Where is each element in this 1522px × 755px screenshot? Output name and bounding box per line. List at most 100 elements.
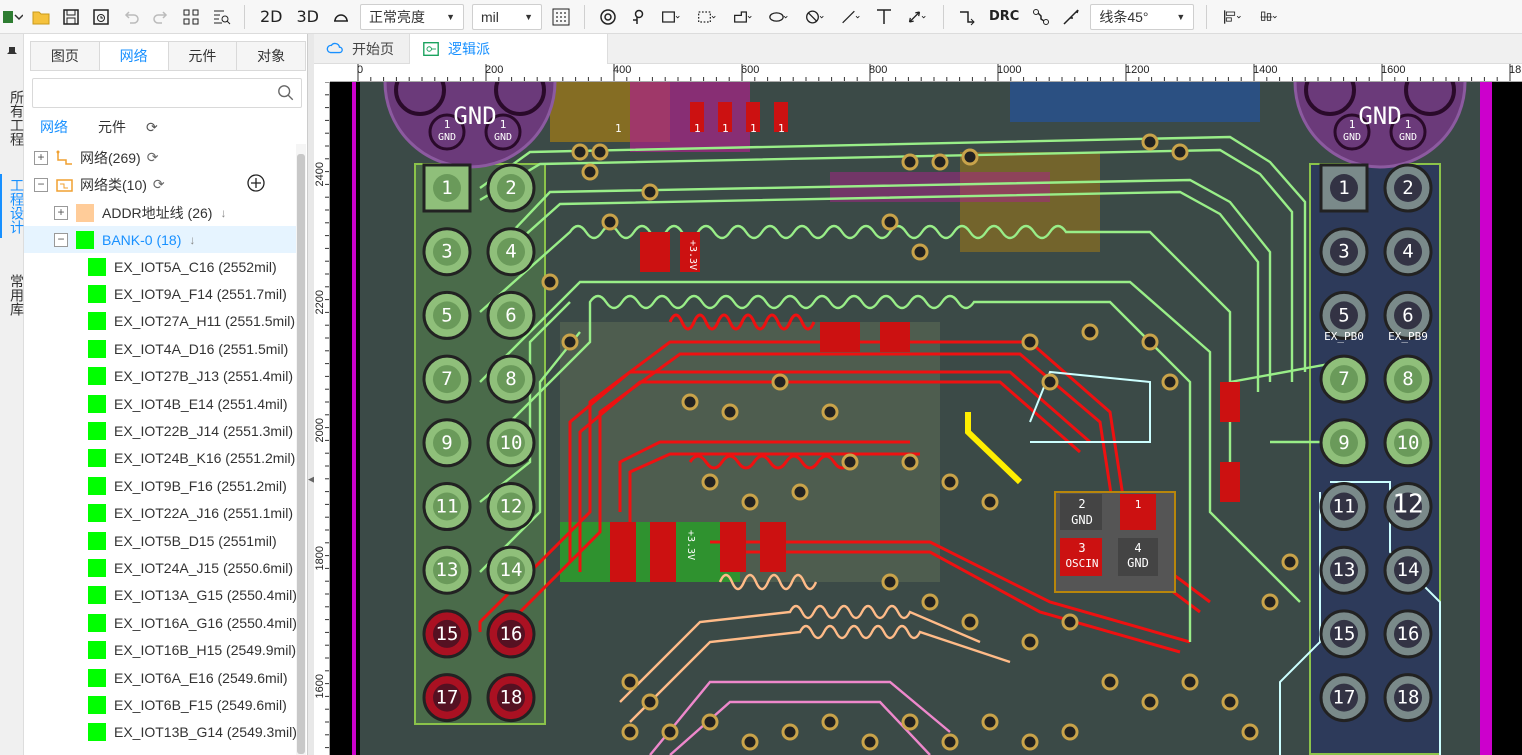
- color-swatch[interactable]: [88, 394, 106, 413]
- sort-icon[interactable]: ↓: [220, 206, 226, 220]
- via[interactable]: [681, 393, 699, 411]
- header-pin[interactable]: 8: [1383, 354, 1433, 404]
- color-swatch[interactable]: [88, 723, 106, 742]
- header-pin[interactable]: 7: [422, 354, 472, 404]
- header-pin[interactable]: 18: [486, 673, 536, 723]
- brightness-select[interactable]: 正常亮度 ▼: [360, 3, 464, 30]
- net-list-item[interactable]: EX_IOT27A_H11 (2551.5mil): [24, 308, 304, 335]
- via[interactable]: [861, 733, 879, 751]
- sort-icon[interactable]: ↓: [189, 233, 195, 247]
- net-list-item[interactable]: EX_IOT24A_J15 (2550.6mil): [24, 554, 304, 581]
- via[interactable]: [931, 153, 949, 171]
- via[interactable]: [721, 403, 739, 421]
- search-icon[interactable]: [277, 84, 295, 102]
- tab-objects[interactable]: 对象: [237, 42, 305, 70]
- header-pin[interactable]: 7: [1319, 354, 1369, 404]
- via[interactable]: [841, 453, 859, 471]
- differential-route-icon[interactable]: [1026, 2, 1056, 32]
- polygon-tool-icon[interactable]: [725, 2, 761, 32]
- via[interactable]: [1141, 333, 1159, 351]
- header-pin[interactable]: 12: [486, 482, 536, 531]
- rect-tool-icon[interactable]: [653, 2, 689, 32]
- header-pin[interactable]: 4: [486, 227, 536, 277]
- refresh-icon[interactable]: ⟳: [153, 176, 165, 193]
- via[interactable]: [661, 723, 679, 741]
- via[interactable]: [981, 493, 999, 511]
- via[interactable]: [701, 713, 719, 731]
- tab-logic-pcb[interactable]: 逻辑派: [410, 34, 608, 64]
- header-pin[interactable]: 10: [486, 418, 536, 468]
- via[interactable]: [771, 373, 789, 391]
- header-pin[interactable]: 5: [422, 290, 472, 340]
- subtab-components[interactable]: 元件: [98, 117, 126, 137]
- net-list-item[interactable]: EX_IOT22B_J14 (2551.3mil): [24, 417, 304, 444]
- header-pin[interactable]: 18: [1383, 673, 1433, 723]
- undo-icon[interactable]: [116, 2, 146, 32]
- route-mode-select[interactable]: 线条45° ▼: [1090, 3, 1195, 30]
- via[interactable]: [601, 213, 619, 231]
- color-swatch[interactable]: [88, 613, 106, 632]
- via[interactable]: [1061, 723, 1079, 741]
- color-swatch[interactable]: [88, 531, 106, 550]
- via[interactable]: [621, 673, 639, 691]
- refresh-icon[interactable]: ⟳: [147, 149, 159, 166]
- via[interactable]: [641, 693, 659, 711]
- tab-components[interactable]: 元件: [168, 42, 238, 70]
- tab-nets[interactable]: 网络: [99, 42, 169, 70]
- header-pin[interactable]: 11: [422, 482, 472, 531]
- via[interactable]: [571, 143, 589, 161]
- color-swatch[interactable]: [88, 339, 106, 358]
- net-list-item[interactable]: EX_IOT24B_K16 (2551.2mil): [24, 445, 304, 472]
- tree-node-bank0[interactable]: − BANK-0 (18) ↓: [24, 226, 304, 253]
- via[interactable]: [911, 243, 929, 261]
- via[interactable]: [791, 483, 809, 501]
- net-list-item[interactable]: EX_IOT27B_J13 (2551.4mil): [24, 363, 304, 390]
- find-icon[interactable]: [206, 2, 236, 32]
- grid-apps-icon[interactable]: [176, 2, 206, 32]
- tab-start-page[interactable]: 开始页: [314, 34, 410, 64]
- net-list-item[interactable]: EX_IOT16A_G16 (2550.4mil): [24, 609, 304, 636]
- header-pin[interactable]: 9: [422, 418, 472, 468]
- net-list-item[interactable]: EX_IOT9B_F16 (2551.2mil): [24, 472, 304, 499]
- align-left-icon[interactable]: [1215, 2, 1251, 32]
- via[interactable]: [1141, 133, 1159, 151]
- header-pin[interactable]: 17: [1319, 673, 1369, 723]
- via[interactable]: [781, 723, 799, 741]
- via[interactable]: [1141, 693, 1159, 711]
- net-list-item[interactable]: EX_IOT13A_G15 (2550.4mil): [24, 582, 304, 609]
- header-pin[interactable]: 3: [1319, 227, 1369, 277]
- header-pin[interactable]: 15: [422, 609, 472, 659]
- header-pin[interactable]: 1: [1319, 163, 1369, 213]
- color-swatch[interactable]: [88, 695, 106, 714]
- save-version-icon[interactable]: [86, 2, 116, 32]
- redo-icon[interactable]: [146, 2, 176, 32]
- header-pin[interactable]: 17: [422, 673, 472, 723]
- expand-icon[interactable]: +: [34, 150, 48, 165]
- view-3d-button[interactable]: 3D: [290, 7, 327, 26]
- header-pin[interactable]: 16: [486, 609, 536, 659]
- forbid-region-icon[interactable]: [797, 2, 833, 32]
- via[interactable]: [1261, 593, 1279, 611]
- select-region-icon[interactable]: [689, 2, 725, 32]
- color-swatch[interactable]: [88, 504, 106, 523]
- via[interactable]: [561, 333, 579, 351]
- tree-node-nets[interactable]: + 网络(269) ⟳: [24, 144, 304, 171]
- via[interactable]: [741, 733, 759, 751]
- line-tool-icon[interactable]: [833, 2, 869, 32]
- via[interactable]: [1081, 323, 1099, 341]
- via-icon[interactable]: [593, 2, 623, 32]
- via[interactable]: [881, 213, 899, 231]
- via[interactable]: [981, 713, 999, 731]
- via[interactable]: [1181, 673, 1199, 691]
- net-list-item[interactable]: EX_IOT13B_G14 (2549.3mil): [24, 719, 304, 746]
- via[interactable]: [881, 573, 899, 591]
- header-pin[interactable]: 2: [486, 163, 536, 213]
- via[interactable]: [581, 163, 599, 181]
- via[interactable]: [1241, 723, 1259, 741]
- via[interactable]: [641, 183, 659, 201]
- color-swatch[interactable]: [88, 257, 106, 276]
- panel-scrollbar[interactable]: [296, 144, 306, 755]
- via[interactable]: [1061, 613, 1079, 631]
- color-swatch[interactable]: [88, 586, 106, 605]
- unit-select[interactable]: mil ▼: [472, 3, 542, 30]
